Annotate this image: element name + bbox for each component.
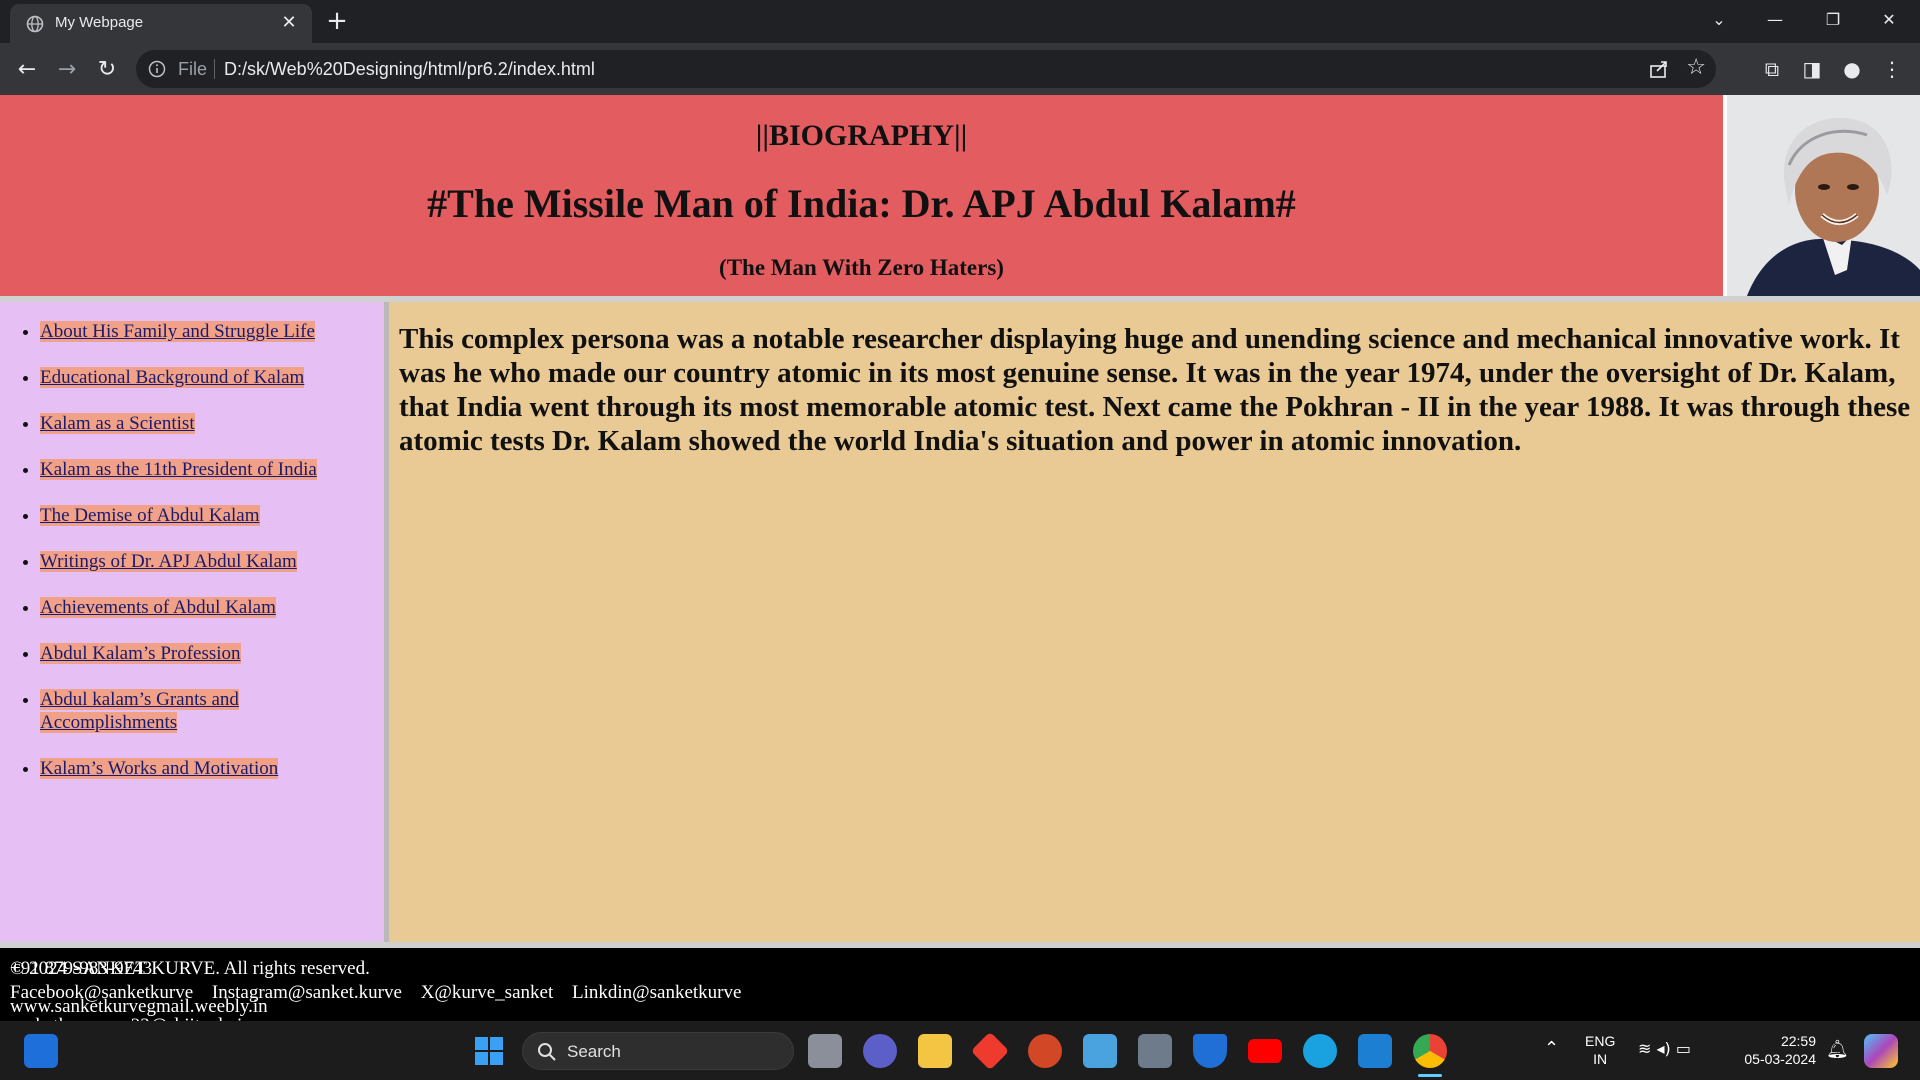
taskbar-search[interactable]: Search: [522, 1032, 794, 1070]
portrait-photo: [1727, 95, 1920, 296]
globe-icon: [26, 15, 44, 33]
language-indicator[interactable]: ENG IN: [1585, 1032, 1615, 1068]
share-icon[interactable]: [1648, 58, 1670, 80]
file-explorer-icon[interactable]: [918, 1034, 952, 1068]
browser-toolbar: ← → ↻ File D:/sk/Web%20Designing/html/pr…: [0, 43, 1920, 95]
forward-icon[interactable]: →: [52, 55, 82, 85]
list-item: Abdul kalam’s Grants and Accomplishments: [40, 688, 370, 734]
sidebar-link-profession[interactable]: Abdul Kalam’s Profession: [40, 643, 241, 664]
profile-icon[interactable]: ●: [1838, 55, 1866, 83]
list-item: Kalam’s Works and Motivation: [40, 757, 370, 780]
biography-heading: ||BIOGRAPHY||: [755, 119, 968, 152]
address-bar[interactable]: File D:/sk/Web%20Designing/html/pr6.2/in…: [136, 50, 1716, 88]
notepad-icon[interactable]: [1083, 1034, 1117, 1068]
info-icon[interactable]: [148, 60, 166, 78]
notification-bell-icon[interactable]: 🔔︎: [1826, 1039, 1849, 1060]
wifi-icon: ≋: [1638, 1039, 1652, 1058]
search-label: Search: [567, 1042, 621, 1061]
restore-button[interactable]: ❐: [1810, 4, 1856, 36]
bookmark-star-icon[interactable]: ☆: [1686, 55, 1706, 80]
page-title: #The Missile Man of India: Dr. APJ Abdul…: [427, 181, 1296, 226]
anydesk-icon[interactable]: [970, 1031, 1010, 1071]
sidebar-link-achievements[interactable]: Achievements of Abdul Kalam: [40, 597, 276, 618]
copilot-icon[interactable]: [1864, 1034, 1898, 1068]
clock-date: 05-03-2024: [1744, 1051, 1816, 1067]
sidebar-link-family[interactable]: About His Family and Struggle Life: [40, 321, 315, 342]
sidebar-link-demise[interactable]: The Demise of Abdul Kalam: [40, 505, 260, 526]
active-app-indicator: [1418, 1074, 1442, 1077]
page-subtitle: (The Man With Zero Haters): [719, 255, 1004, 280]
reload-icon[interactable]: ↻: [92, 55, 122, 85]
clock-time: 22:59: [1780, 1033, 1816, 1049]
social-linkedin: Linkdin@sanketkurve: [571, 982, 742, 1003]
content-paragraph: This complex persona was a notable resea…: [399, 323, 1911, 457]
social-x: X@kurve_sanket: [420, 982, 554, 1003]
web-page: ||BIOGRAPHY|| #The Missile Man of India:…: [0, 95, 1920, 1036]
vscode-icon[interactable]: [1358, 1034, 1392, 1068]
sidebar-nav: About His Family and Struggle Life Educa…: [0, 302, 384, 942]
sidebar-link-list: About His Family and Struggle Life Educa…: [40, 320, 370, 803]
footer-social-links: Facebook@sanketkurve Instagram@sanket.ku…: [10, 982, 755, 1004]
camera-icon[interactable]: [1138, 1034, 1172, 1068]
social-facebook: Facebook@sanketkurve: [10, 982, 194, 1003]
url-text[interactable]: D:/sk/Web%20Designing/html/pr6.2/index.h…: [224, 59, 595, 80]
show-hidden-icons-chevron-icon[interactable]: ⌃: [1544, 1038, 1559, 1059]
widgets-icon[interactable]: [24, 1034, 58, 1068]
back-icon[interactable]: ←: [12, 55, 42, 85]
list-item: Educational Background of Kalam: [40, 366, 370, 389]
sidebar-link-education[interactable]: Educational Background of Kalam: [40, 367, 305, 388]
browser-tab-bar: My Webpage ✕ + ⌄ — ❐ ✕: [0, 0, 1920, 43]
footer-phone: +91 879-983-9743: [10, 958, 153, 979]
list-item: Kalam as the 11th President of India: [40, 458, 370, 481]
sidebar-link-grants[interactable]: Abdul kalam’s Grants and Accomplishments: [40, 689, 239, 733]
new-tab-button[interactable]: +: [322, 8, 352, 36]
volume-icon: ◂): [1656, 1039, 1671, 1058]
url-scheme-label: File: [178, 59, 208, 79]
sidebar-link-works[interactable]: Kalam’s Works and Motivation: [40, 758, 279, 779]
taskbar-clock[interactable]: 22:59 05-03-2024: [1736, 1032, 1816, 1068]
chrome-icon[interactable]: [1413, 1034, 1447, 1068]
extension-icon[interactable]: ⧉: [1758, 55, 1786, 83]
main-content: This complex persona was a notable resea…: [389, 302, 1920, 942]
edge-icon[interactable]: [1303, 1034, 1337, 1068]
social-instagram: Instagram@sanket.kurve: [211, 982, 402, 1003]
search-icon: [538, 1043, 556, 1061]
language-line2: IN: [1593, 1051, 1608, 1067]
powerpoint-icon[interactable]: [1028, 1034, 1062, 1068]
system-tray-icons[interactable]: ≋ ◂) ▭: [1638, 1039, 1691, 1058]
tab-search-chevron-icon[interactable]: ⌄: [1696, 4, 1742, 36]
page-header: ||BIOGRAPHY|| #The Missile Man of India:…: [0, 95, 1723, 296]
omnibox-separator: [214, 59, 215, 79]
language-line1: ENG: [1585, 1033, 1616, 1049]
teams-icon[interactable]: [863, 1034, 897, 1068]
browser-tab[interactable]: My Webpage ✕: [10, 4, 312, 43]
sidebar-link-scientist[interactable]: Kalam as a Scientist: [40, 413, 195, 434]
list-item: Kalam as a Scientist: [40, 412, 370, 435]
minimize-button[interactable]: —: [1752, 4, 1798, 36]
task-view-icon[interactable]: [808, 1034, 842, 1068]
windows-taskbar: Search ⌃ ENG IN ≋ ◂) ▭ 22:59 05-03-2024 …: [0, 1021, 1920, 1080]
start-icon[interactable]: [472, 1034, 506, 1068]
tab-title: My Webpage: [55, 14, 144, 31]
sidepanel-icon[interactable]: ◨: [1798, 55, 1826, 83]
list-item: Achievements of Abdul Kalam: [40, 596, 370, 619]
list-item: Abdul Kalam’s Profession: [40, 642, 370, 665]
battery-icon: ▭: [1675, 1039, 1691, 1058]
sidebar-link-president[interactable]: Kalam as the 11th President of India: [40, 459, 317, 480]
list-item: About His Family and Struggle Life: [40, 320, 370, 343]
sidebar-link-writings[interactable]: Writings of Dr. APJ Abdul Kalam: [40, 551, 297, 572]
close-window-button[interactable]: ✕: [1866, 4, 1912, 36]
tab-close-button[interactable]: ✕: [278, 12, 300, 34]
portrait-illustration: [1727, 95, 1920, 296]
youtube-icon[interactable]: [1248, 1039, 1282, 1063]
list-item: The Demise of Abdul Kalam: [40, 504, 370, 527]
menu-icon[interactable]: ⋮: [1878, 55, 1906, 83]
defender-icon[interactable]: [1193, 1034, 1227, 1068]
list-item: Writings of Dr. APJ Abdul Kalam: [40, 550, 370, 573]
